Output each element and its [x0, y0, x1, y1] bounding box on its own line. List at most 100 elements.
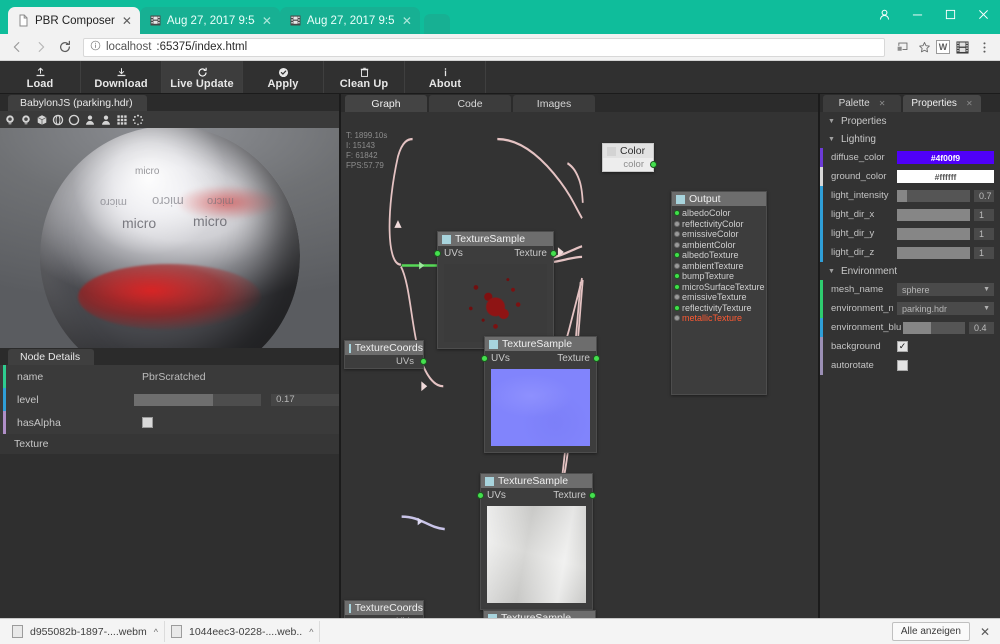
browser-tab-2[interactable]: Aug 27, 2017 9:58 PM - ✕ [279, 7, 420, 34]
refresh-icon[interactable] [130, 112, 145, 127]
hasalpha-checkbox[interactable] [142, 417, 153, 428]
w-extension-icon[interactable]: W [936, 40, 950, 54]
output-port-bumptexture[interactable]: bumpTexture [672, 271, 766, 282]
show-all-downloads-button[interactable]: Alle anzeigen [891, 622, 970, 641]
toolbar-button-load[interactable]: Load [0, 61, 81, 93]
node-header[interactable]: TextureSample [485, 337, 596, 351]
node-header[interactable]: Color [603, 144, 653, 158]
light-dir-y-value[interactable]: 1 [974, 227, 994, 240]
output-port-ambientcolor[interactable]: ambientColor [672, 240, 766, 251]
page-info-icon[interactable] [90, 40, 101, 54]
environment-blur-value[interactable]: 0.4 [969, 321, 994, 334]
output-port-microsurfacetexture[interactable]: microSurfaceTexture [672, 282, 766, 293]
node-details-section-texture[interactable]: Texture [0, 434, 339, 454]
sphere-wire-icon[interactable] [50, 112, 65, 127]
close-icon[interactable]: ✕ [966, 99, 973, 108]
diffuse-color-swatch[interactable]: #4f00f9 [897, 151, 994, 164]
input-port-uvs[interactable] [477, 492, 484, 499]
node-header[interactable]: TextureCoords [345, 601, 423, 615]
star-icon[interactable] [914, 37, 934, 57]
toolbar-button-download[interactable]: Download [81, 61, 162, 93]
section-environment[interactable]: ▼ Environment [820, 262, 1000, 280]
node-texture-coords-2[interactable]: TextureCoords UVs [344, 600, 424, 618]
light-intensity-value[interactable]: 0.7 [974, 189, 994, 202]
output-port-color[interactable] [650, 161, 657, 168]
person-icon[interactable] [82, 112, 97, 127]
toolbar-button-clean-up[interactable]: Clean Up [324, 61, 405, 93]
browser-tab-0[interactable]: PBR Composer ✕ [8, 7, 140, 34]
level-value[interactable]: 0.17 [271, 393, 340, 406]
close-icon[interactable]: ✕ [260, 14, 274, 28]
person-2-icon[interactable] [98, 112, 113, 127]
output-port-reflectivitycolor[interactable]: reflectivityColor [672, 219, 766, 230]
toolbar-button-apply[interactable]: Apply [243, 61, 324, 93]
light-dir-x-value[interactable]: 1 [974, 208, 994, 221]
address-bar[interactable]: localhost:65375/index.html [83, 37, 885, 57]
output-port-emissivetexture[interactable]: emissiveTexture [672, 292, 766, 303]
babylonjs-viewport[interactable]: micro micro micro micro micro micro [0, 128, 339, 348]
node-texture-sample-4[interactable]: TextureSample UVs Texture micro micro [483, 610, 596, 618]
output-port-reflectivitytexture[interactable]: reflectivityTexture [672, 303, 766, 314]
new-tab-button[interactable] [423, 14, 450, 34]
section-properties[interactable]: ▼ Properties [820, 112, 1000, 130]
input-port-uvs[interactable] [434, 250, 441, 257]
node-header[interactable]: TextureSample [438, 232, 553, 246]
close-icon[interactable]: ✕ [120, 14, 134, 28]
chevron-up-icon[interactable]: ^ [154, 627, 158, 637]
tab-properties[interactable]: Properties ✕ [903, 95, 981, 112]
browser-tab-1[interactable]: Aug 27, 2017 9:54 PM - ✕ [139, 7, 280, 34]
light-bulb-icon[interactable] [2, 112, 17, 127]
background-checkbox[interactable]: ✓ [897, 341, 908, 352]
tab-palette[interactable]: Palette ✕ [823, 95, 901, 112]
output-port-metallictexture[interactable]: metallicTexture [672, 313, 766, 324]
node-header[interactable]: TextureSample [481, 474, 592, 488]
node-texture-sample-3[interactable]: TextureSample UVs Texture [477, 473, 596, 610]
section-lighting[interactable]: ▼ Lighting [820, 130, 1000, 148]
output-port-emissivecolor[interactable]: emissiveColor [672, 229, 766, 240]
node-header[interactable]: Output [672, 192, 766, 206]
node-texture-sample-2[interactable]: TextureSample UVs Texture [481, 336, 600, 453]
maximize-button[interactable] [934, 0, 967, 28]
menu-icon[interactable] [974, 37, 994, 57]
toolbar-button-live-update[interactable]: Live Update [162, 61, 243, 93]
chevron-up-icon[interactable]: ^ [309, 627, 313, 637]
tab-images[interactable]: Images [513, 95, 595, 112]
forward-icon[interactable] [30, 36, 52, 58]
light-dir-z-value[interactable]: 1 [974, 246, 994, 259]
output-port-texture[interactable] [550, 250, 557, 257]
close-icon[interactable]: ✕ [879, 99, 886, 108]
tab-code[interactable]: Code [429, 95, 511, 112]
light-dir-x-slider[interactable] [897, 208, 970, 221]
node-header[interactable]: TextureCoords [345, 341, 423, 355]
node-graph-canvas[interactable]: T: 1899.10s I: 15143 F: 61842 FPS:57.79 [341, 112, 818, 618]
light-intensity-slider[interactable] [897, 189, 970, 202]
node-output[interactable]: Output albedoColor reflectivityColor emi… [671, 191, 767, 395]
output-port-texture[interactable] [593, 355, 600, 362]
node-texture-coords-1[interactable]: TextureCoords UVs [344, 340, 427, 369]
environment-name-select[interactable]: parking.hdr ▼ [897, 302, 994, 315]
cube-icon[interactable] [34, 112, 49, 127]
back-icon[interactable] [6, 36, 28, 58]
environment-blur-slider[interactable] [903, 321, 965, 334]
light-dir-z-slider[interactable] [897, 246, 970, 259]
output-port-uvs[interactable] [420, 358, 427, 365]
minimize-button[interactable] [901, 0, 934, 28]
circle-icon[interactable] [66, 112, 81, 127]
input-port-uvs[interactable] [481, 355, 488, 362]
output-port-texture[interactable] [589, 492, 596, 499]
node-color[interactable]: Color color [602, 143, 657, 172]
close-downloads-bar-button[interactable]: ✕ [980, 625, 990, 639]
autorotate-checkbox[interactable] [897, 360, 908, 371]
toolbar-button-about[interactable]: About [405, 61, 486, 93]
output-port-ambienttexture[interactable]: ambientTexture [672, 261, 766, 272]
close-icon[interactable]: ✕ [400, 14, 414, 28]
output-port-albedocolor[interactable]: albedoColor [672, 208, 766, 219]
cast-icon[interactable] [892, 37, 912, 57]
filmstrip-extension-icon[interactable] [952, 37, 972, 57]
light-dir-y-slider[interactable] [897, 227, 970, 240]
light-bulb-2-icon[interactable] [18, 112, 33, 127]
output-port-albedotexture[interactable]: albedoTexture [672, 250, 766, 261]
account-icon[interactable] [868, 0, 901, 28]
node-details-tab[interactable]: Node Details [8, 349, 95, 365]
download-item-1[interactable]: 1044eec3-0228-....web.. ^ [165, 621, 321, 642]
